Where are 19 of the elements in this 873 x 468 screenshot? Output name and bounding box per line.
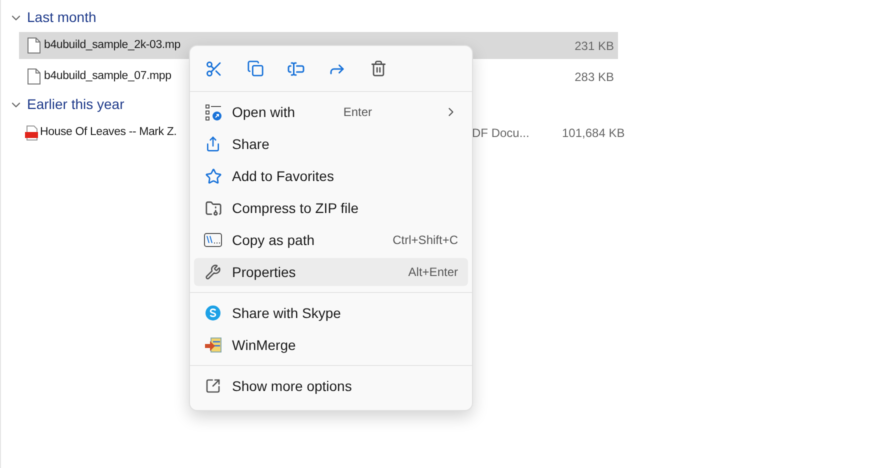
shortcut-text: Enter <box>343 104 372 121</box>
menu-label: Share with Skype <box>232 304 341 323</box>
menu-label: Open with <box>232 102 296 122</box>
menu-label: Copy as path <box>232 230 314 250</box>
menu-label: Show more options <box>232 376 352 396</box>
menu-label: Compress to ZIP file <box>232 198 359 218</box>
menu-label: Add to Favorites <box>232 166 334 186</box>
shortcut-text: Alt+Enter <box>408 264 458 281</box>
menu-label: WinMerge <box>232 336 296 355</box>
file-type: DF Docu... <box>472 124 530 142</box>
file-size: 231 KB <box>574 38 614 54</box>
menu-label: Properties <box>232 262 296 282</box>
file-name: b4ubuild_sample_2k-03.mp <box>44 38 180 53</box>
file-size: 283 KB <box>574 68 614 86</box>
file-name: b4ubuild_sample_07.mpp <box>44 68 172 84</box>
shortcut-text: Ctrl+Shift+C <box>392 232 458 249</box>
menu-label: Share <box>232 134 270 154</box>
file-size: 101,684 KB <box>562 124 625 142</box>
file-name: House Of Leaves -- Mark Z. <box>40 124 177 140</box>
